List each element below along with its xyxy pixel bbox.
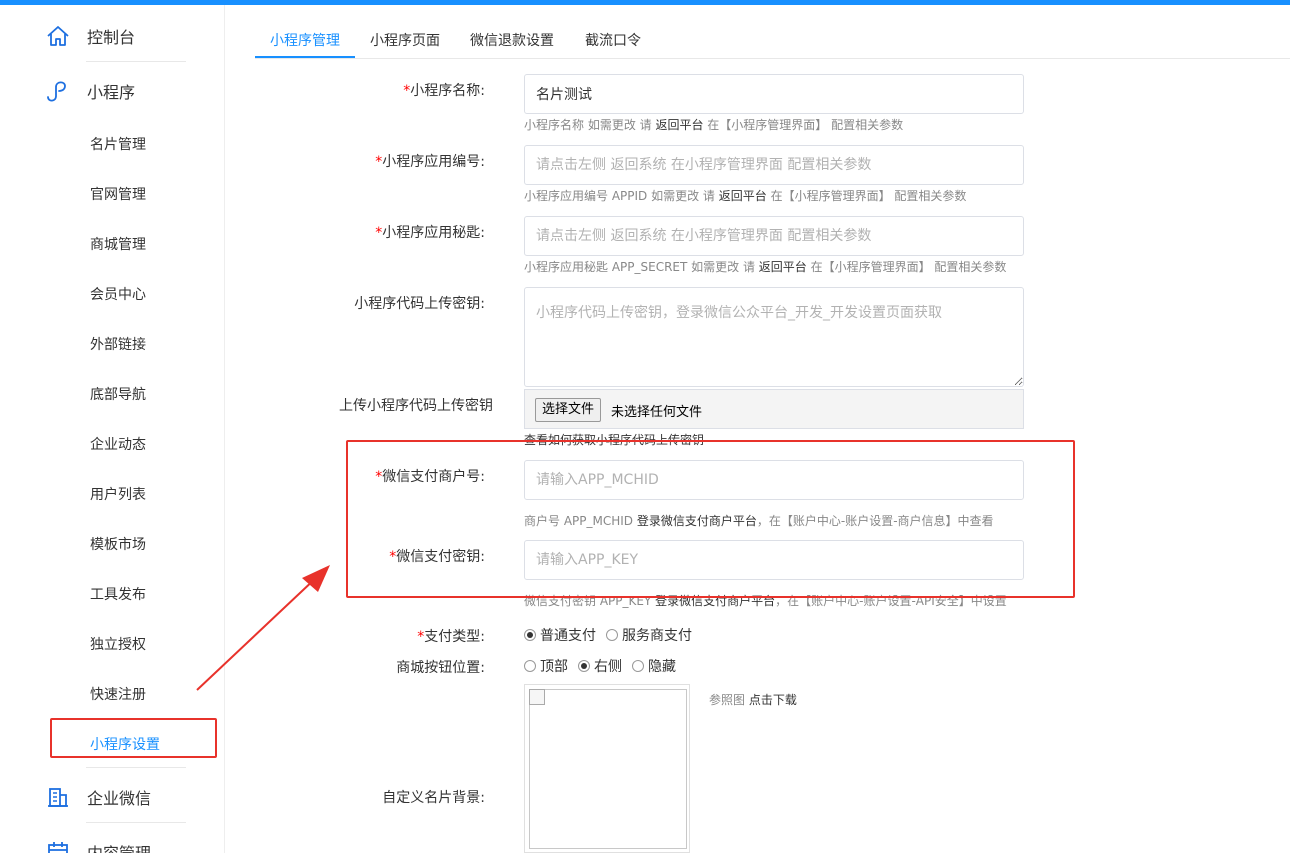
annotation-highlight-payment <box>346 440 1075 598</box>
sidebar-item-register[interactable]: 快速注册 <box>90 684 146 704</box>
reference-image: 参照图 点击下载 <box>709 693 797 707</box>
miniprogram-icon <box>45 78 71 104</box>
tab-miniprogram-manage[interactable]: 小程序管理 <box>270 30 340 50</box>
secret-label: *小程序应用秘匙: <box>375 225 485 241</box>
position-top[interactable]: 顶部 <box>524 656 568 676</box>
broken-image-icon <box>529 689 545 705</box>
return-platform-link[interactable]: 返回平台 <box>719 189 767 203</box>
upload-key-label: 小程序代码上传密钥: <box>354 296 485 312</box>
position-hidden[interactable]: 隐藏 <box>632 656 676 676</box>
download-link[interactable]: 点击下载 <box>749 693 797 707</box>
appid-hint: 小程序应用编号 APPID 如需更改 请 返回平台 在【小程序管理界面】 配置相… <box>524 189 967 203</box>
sidebar-item-auth[interactable]: 独立授权 <box>90 634 146 654</box>
return-platform-link[interactable]: 返回平台 <box>655 118 703 132</box>
upload-file-label: 上传小程序代码上传密钥 <box>339 398 493 414</box>
building-icon <box>45 784 71 810</box>
tab-intercept-code[interactable]: 截流口令 <box>585 30 641 50</box>
radio-unchecked[interactable] <box>632 660 644 672</box>
nav-wecom-label: 企业微信 <box>87 789 152 808</box>
sidebar-item-users[interactable]: 用户列表 <box>90 484 146 504</box>
sidebar-item-member[interactable]: 会员中心 <box>90 284 146 304</box>
pay-type-service[interactable]: 服务商支付 <box>606 625 692 645</box>
appid-input[interactable] <box>524 145 1024 185</box>
divider <box>86 61 186 62</box>
annotation-highlight-settings <box>50 718 217 758</box>
appid-label: *小程序应用编号: <box>375 154 485 170</box>
name-hint: 小程序名称 如需更改 请 返回平台 在【小程序管理界面】 配置相关参数 <box>524 118 904 132</box>
nav-console[interactable]: 控制台 <box>45 23 135 49</box>
sidebar-item-card[interactable]: 名片管理 <box>90 134 146 154</box>
nav-content-label: 内容管理 <box>87 840 151 853</box>
radio-unchecked[interactable] <box>524 660 536 672</box>
position-right[interactable]: 右侧 <box>578 656 622 676</box>
home-icon <box>45 23 71 49</box>
sidebar-item-bottom-nav[interactable]: 底部导航 <box>90 384 146 404</box>
sidebar-item-links[interactable]: 外部链接 <box>90 334 146 354</box>
sidebar-item-publish[interactable]: 工具发布 <box>90 584 146 604</box>
sidebar-item-templates[interactable]: 模板市场 <box>90 534 146 554</box>
nav-miniprogram-label: 小程序 <box>87 83 136 102</box>
mall-button-position-label: 商城按钮位置: <box>396 660 485 676</box>
upload-key-textarea[interactable] <box>524 287 1024 387</box>
tab-refund-settings[interactable]: 微信退款设置 <box>470 30 554 50</box>
divider <box>86 822 186 823</box>
secret-hint: 小程序应用秘匙 APP_SECRET 如需更改 请 返回平台 在【小程序管理界面… <box>524 260 1007 274</box>
file-status: 未选择任何文件 <box>611 405 703 420</box>
calendar-icon <box>45 839 71 853</box>
image-frame <box>529 689 687 849</box>
pay-type-group: 普通支付 服务商支付 <box>524 625 702 645</box>
pay-type-label: *支付类型: <box>417 629 485 645</box>
radio-checked[interactable] <box>524 629 536 641</box>
nav-miniprogram[interactable]: 小程序 <box>45 78 135 104</box>
name-label: *小程序名称: <box>403 83 485 99</box>
sidebar-item-news[interactable]: 企业动态 <box>90 434 146 454</box>
mall-button-position-group: 顶部 右侧 隐藏 <box>524 656 686 676</box>
nav-console-label: 控制台 <box>87 28 136 47</box>
sidebar-item-website[interactable]: 官网管理 <box>90 184 146 204</box>
name-input[interactable] <box>524 74 1024 114</box>
nav-wecom[interactable]: 企业微信 <box>45 784 151 810</box>
file-upload-field: 选择文件 未选择任何文件 <box>524 389 1024 429</box>
divider <box>86 767 186 768</box>
tab-bar: 小程序管理 小程序页面 微信退款设置 截流口令 <box>255 22 1290 59</box>
tab-active-indicator <box>255 56 355 58</box>
nav-content[interactable]: 内容管理 <box>45 839 151 853</box>
radio-unchecked[interactable] <box>606 629 618 641</box>
tab-miniprogram-pages[interactable]: 小程序页面 <box>370 30 440 50</box>
card-background-upload[interactable] <box>524 684 690 853</box>
radio-checked[interactable] <box>578 660 590 672</box>
secret-input[interactable] <box>524 216 1024 256</box>
annotation-arrow <box>196 565 330 691</box>
choose-file-button[interactable]: 选择文件 <box>535 398 602 422</box>
return-platform-link[interactable]: 返回平台 <box>759 260 807 274</box>
pay-type-normal[interactable]: 普通支付 <box>524 625 596 645</box>
card-background-label: 自定义名片背景: <box>382 790 485 806</box>
sidebar-item-mall[interactable]: 商城管理 <box>90 234 146 254</box>
